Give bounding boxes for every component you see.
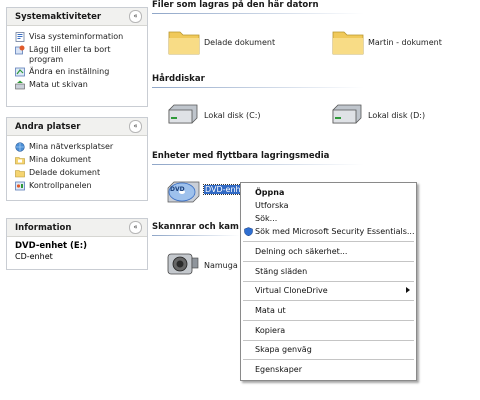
menu-item-label: Sök med Microsoft Security Essentials... [255, 227, 415, 236]
item-label[interactable]: Delade dokument [204, 38, 275, 47]
task-label: Visa systeminformation [29, 32, 124, 41]
information-header[interactable]: Information « [7, 219, 147, 237]
task-label: Ändra en inställning [29, 67, 110, 76]
folder-icon [15, 170, 25, 178]
folder-icon [15, 157, 25, 165]
control-panel-icon [15, 181, 25, 191]
place-control-panel[interactable]: Kontrollpanelen [15, 181, 141, 191]
dvd-logo: DVD [170, 186, 185, 193]
menu-separator [243, 359, 414, 360]
group-title-disks: Hårddiskar [152, 74, 205, 84]
system-tasks-pane: Systemaktiviteter « Visa systeminformati… [6, 7, 148, 107]
group-divider [152, 13, 364, 14]
local-disk-c-icon[interactable] [166, 104, 200, 126]
task-label: Lägg till eller ta bort program [29, 45, 111, 64]
menu-item-copy[interactable]: Kopiera [241, 324, 416, 337]
task-eject-disc[interactable]: Mata ut skivan [15, 80, 141, 90]
item-label[interactable]: Lokal disk (D:) [368, 111, 425, 120]
info-drive-type: CD-enhet [15, 252, 53, 261]
group-divider [152, 235, 240, 236]
menu-item-open[interactable]: Öppna [241, 186, 416, 199]
system-tasks-header[interactable]: Systemaktiviteter « [7, 8, 147, 26]
menu-item-sharing-security[interactable]: Delning och säkerhet... [241, 245, 416, 258]
other-places-pane: Andra platser « Mina nätverksplatser Min… [6, 117, 148, 201]
information-pane: Information « DVD-enhet (E:) CD-enhet [6, 218, 148, 270]
system-tasks-title: Systemaktiviteter [15, 11, 102, 22]
shared-documents-folder-icon[interactable] [168, 27, 200, 55]
user-documents-folder-icon[interactable] [332, 27, 364, 55]
submenu-arrow-icon [406, 287, 410, 293]
other-places-header[interactable]: Andra platser « [7, 118, 147, 136]
collapse-icon[interactable]: « [129, 120, 142, 133]
place-network[interactable]: Mina nätverksplatser [15, 142, 141, 152]
place-label: Mina dokument [29, 155, 91, 164]
camera-icon[interactable] [166, 248, 200, 278]
menu-separator [243, 300, 414, 301]
info-drive-name: DVD-enhet (E:) [15, 241, 88, 251]
place-label: Kontrollpanelen [29, 181, 92, 190]
other-places-title: Andra platser [15, 121, 81, 132]
security-shield-icon [244, 227, 253, 236]
menu-separator [243, 241, 414, 242]
group-title-files: Filer som lagras på den här datorn [152, 0, 319, 10]
place-my-documents[interactable]: Mina dokument [15, 155, 141, 165]
place-label: Delade dokument [29, 168, 101, 177]
system-info-icon [15, 32, 25, 42]
item-label[interactable]: Lokal disk (C:) [204, 111, 261, 120]
menu-item-properties[interactable]: Egenskaper [241, 363, 416, 376]
menu-item-eject[interactable]: Mata ut [241, 304, 416, 317]
information-title: Information [15, 222, 72, 233]
menu-separator [243, 261, 414, 262]
add-remove-programs-icon [15, 45, 25, 55]
task-add-remove-programs[interactable]: Lägg till eller ta bort program [15, 45, 141, 64]
menu-item-virtual-clonedrive[interactable]: Virtual CloneDrive [241, 284, 416, 297]
task-change-setting[interactable]: Ändra en inställning [15, 67, 141, 77]
menu-separator [243, 340, 414, 341]
task-view-system-info[interactable]: Visa systeminformation [15, 32, 141, 42]
menu-separator [243, 320, 414, 321]
place-shared-documents[interactable]: Delade dokument [15, 168, 141, 178]
menu-item-search[interactable]: Sök... [241, 212, 416, 225]
item-label[interactable]: Martin - dokument [368, 38, 442, 47]
local-disk-d-icon[interactable] [330, 104, 364, 126]
menu-item-label: Virtual CloneDrive [255, 286, 328, 295]
menu-item-scan-mse[interactable]: Sök med Microsoft Security Essentials... [241, 225, 416, 238]
network-places-icon [15, 142, 25, 152]
collapse-icon[interactable]: « [129, 221, 142, 234]
menu-item-explore[interactable]: Utforska [241, 199, 416, 212]
group-title-scanners: Skannrar och kam [152, 222, 239, 232]
place-label: Mina nätverksplatser [29, 142, 114, 151]
control-panel-icon [15, 67, 25, 77]
group-divider [152, 164, 364, 165]
group-divider [152, 87, 364, 88]
context-menu: Öppna Utforska Sök... Sök med Microsoft … [240, 182, 417, 381]
menu-separator [243, 281, 414, 282]
eject-icon [15, 80, 25, 90]
group-title-removable: Enheter med flyttbara lagringsmedia [152, 151, 330, 161]
menu-item-close-tray[interactable]: Stäng släden [241, 265, 416, 278]
collapse-icon[interactable]: « [129, 10, 142, 23]
task-label: Mata ut skivan [29, 80, 88, 89]
menu-item-create-shortcut[interactable]: Skapa genväg [241, 343, 416, 356]
